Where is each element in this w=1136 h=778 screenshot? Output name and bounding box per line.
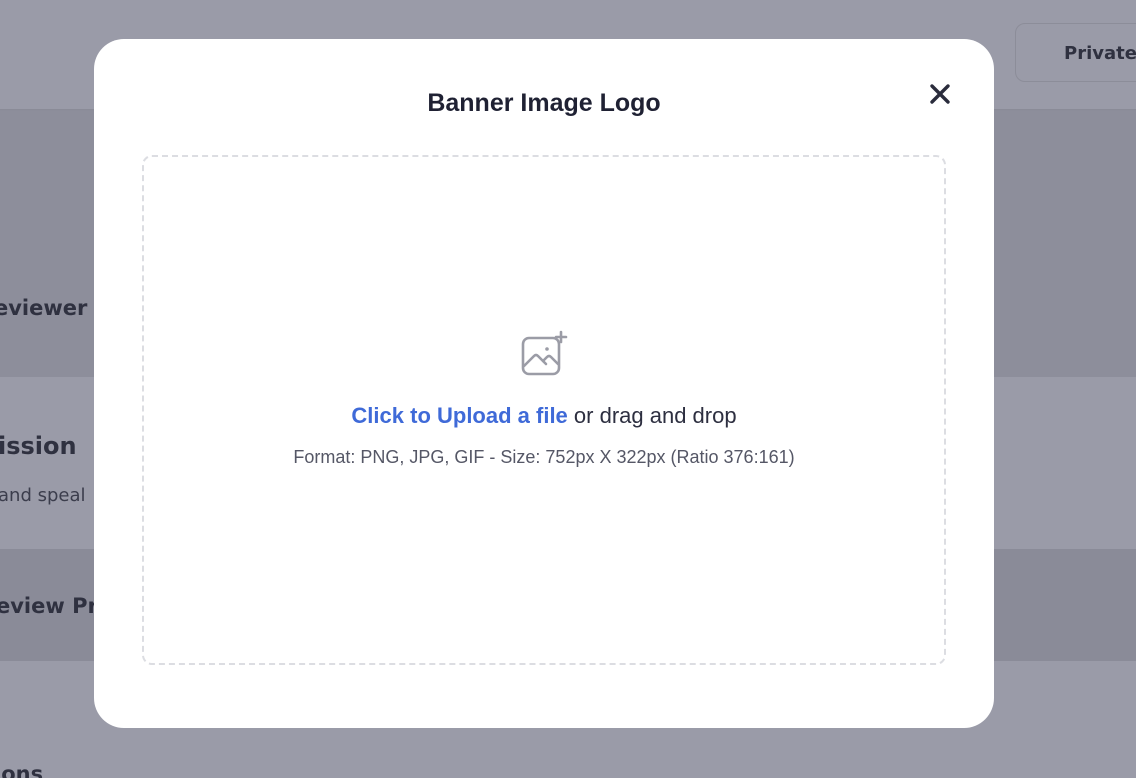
background-reviewer-text: eviewer <box>0 296 88 320</box>
file-dropzone[interactable]: Click to Upload a file or drag and drop … <box>142 155 946 665</box>
upload-modal: Banner Image Logo Click to Upload a file… <box>94 39 994 728</box>
format-requirements: Format: PNG, JPG, GIF - Size: 752px X 32… <box>293 447 795 467</box>
drag-drop-text: or drag and drop <box>567 403 737 428</box>
close-button[interactable] <box>923 77 957 111</box>
background-ions-text: ions <box>0 762 44 778</box>
private-button: Private <box>1015 23 1136 82</box>
image-add-icon <box>521 330 568 376</box>
modal-title: Banner Image Logo <box>427 89 661 117</box>
background-description-text: and speal <box>0 485 86 506</box>
background-review-text: eview Pr <box>0 594 98 618</box>
upload-instructions: Click to Upload a file or drag and drop <box>144 403 944 429</box>
page: Private eviewer ission and speal eview P… <box>0 0 1136 778</box>
close-icon <box>930 84 950 104</box>
upload-file-link[interactable]: Click to Upload a file <box>351 403 567 428</box>
background-mission-heading: ission <box>0 432 77 460</box>
